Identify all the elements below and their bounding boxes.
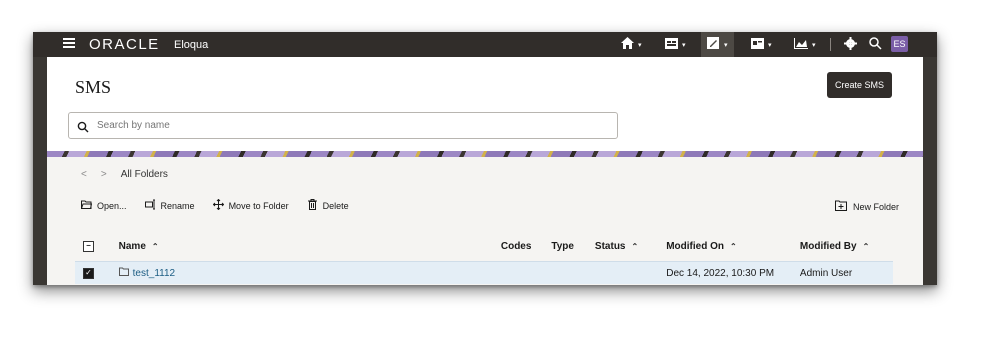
modified-on-header-label: Modified On	[666, 240, 724, 252]
forward-arrow-icon[interactable]: >	[101, 169, 107, 180]
row-name-link[interactable]: test_1112	[133, 268, 175, 279]
sort-icon[interactable]: ⌃	[863, 242, 870, 251]
status-header-label: Status	[594, 240, 626, 252]
codes-header: Codes	[500, 240, 532, 252]
rename-label: Rename	[160, 200, 195, 211]
folder-browser: < > All Folders Open... Rename Move to F…	[47, 157, 923, 285]
move-icon	[212, 198, 224, 212]
gear-icon	[844, 36, 857, 53]
folder-open-icon	[81, 199, 93, 212]
nav-campaigns[interactable]: ▾	[665, 32, 686, 57]
rename-icon	[144, 199, 156, 212]
name-header[interactable]: Name ⌃	[119, 241, 501, 252]
trash-icon	[307, 199, 318, 212]
app-window: ORACLE Eloqua ▾ ▾ ▾ ▾ ▾ ES SMS Create SM…	[33, 32, 937, 285]
search-icon	[869, 36, 882, 53]
move-label: Move to Folder	[228, 200, 289, 211]
modified-by-header-label: Modified By	[799, 240, 857, 252]
delete-button[interactable]: Delete	[307, 199, 349, 212]
row-select-cell: ✓	[75, 267, 119, 279]
add-folder-icon	[835, 200, 847, 213]
table-header: − Name ⌃ Codes Type Status ⌃ Modified On…	[75, 231, 893, 261]
nav-insight[interactable]: ▾	[794, 32, 816, 57]
search-input[interactable]	[95, 119, 599, 132]
new-folder-button[interactable]: New Folder	[835, 200, 899, 213]
settings-button[interactable]	[844, 32, 857, 57]
chevron-down-icon: ▾	[812, 41, 816, 49]
chevron-down-icon: ▾	[638, 41, 642, 49]
folder-icon	[118, 267, 129, 279]
chart-icon	[794, 37, 808, 52]
user-avatar[interactable]: ES	[891, 36, 908, 52]
top-navigation-bar: ORACLE Eloqua ▾ ▾ ▾ ▾ ▾ ES	[33, 32, 937, 57]
product-name: Eloqua	[174, 39, 209, 51]
table-row[interactable]: ✓ test_1112 Dec 14, 2022, 10:30 PM Admin…	[75, 261, 893, 284]
menu-icon[interactable]	[63, 38, 75, 48]
modified-by-header[interactable]: Modified By ⌃	[800, 241, 893, 252]
sort-icon[interactable]: ⌃	[631, 242, 638, 251]
chevron-down-icon: ▾	[682, 41, 686, 49]
search-box	[68, 112, 618, 139]
delete-label: Delete	[322, 200, 349, 211]
campaigns-icon	[665, 37, 678, 52]
move-to-folder-button[interactable]: Move to Folder	[212, 198, 289, 212]
folder-toolbar: Open... Rename Move to Folder Delete	[81, 198, 349, 212]
rename-button[interactable]: Rename	[144, 199, 195, 212]
select-all-checkbox[interactable]: −	[83, 240, 94, 252]
open-label: Open...	[97, 200, 127, 211]
select-all-cell: −	[75, 240, 119, 252]
home-icon	[621, 37, 634, 52]
row-modified-on: Dec 14, 2022, 10:30 PM	[666, 267, 775, 279]
chevron-down-icon: ▾	[724, 41, 728, 49]
nav-assets[interactable]: ▾	[701, 32, 734, 57]
nav-contacts[interactable]: ▾	[751, 32, 772, 57]
page-title: SMS	[75, 77, 112, 97]
nav-home[interactable]: ▾	[621, 32, 642, 57]
search-icon	[77, 120, 89, 132]
global-search-button[interactable]	[869, 32, 882, 57]
sort-icon[interactable]: ⌃	[152, 242, 159, 251]
type-header: Type	[551, 240, 574, 252]
name-header-label: Name	[118, 240, 146, 252]
nav-divider	[830, 38, 831, 51]
new-folder-label: New Folder	[853, 201, 900, 212]
row-modified-by: Admin User	[799, 267, 853, 279]
row-checkbox[interactable]: ✓	[83, 267, 94, 279]
breadcrumb-all-folders[interactable]: All Folders	[121, 169, 168, 180]
breadcrumb: < > All Folders	[81, 169, 168, 180]
status-header[interactable]: Status ⌃	[595, 241, 666, 252]
row-name-cell: test_1112	[118, 267, 501, 279]
assets-table: − Name ⌃ Codes Type Status ⌃ Modified On…	[75, 231, 893, 284]
sort-icon[interactable]: ⌃	[730, 242, 737, 251]
chevron-down-icon: ▾	[768, 41, 772, 49]
create-sms-button[interactable]: Create SMS	[827, 72, 892, 98]
assets-pencil-icon	[707, 37, 720, 52]
main-panel: SMS Create SMS < > All Folders Open...	[47, 57, 923, 285]
modified-on-header[interactable]: Modified On ⌃	[666, 241, 800, 252]
back-arrow-icon[interactable]: <	[81, 169, 87, 180]
open-button[interactable]: Open...	[81, 199, 127, 212]
contacts-card-icon	[751, 37, 764, 52]
brand-logo: ORACLE	[89, 36, 160, 53]
